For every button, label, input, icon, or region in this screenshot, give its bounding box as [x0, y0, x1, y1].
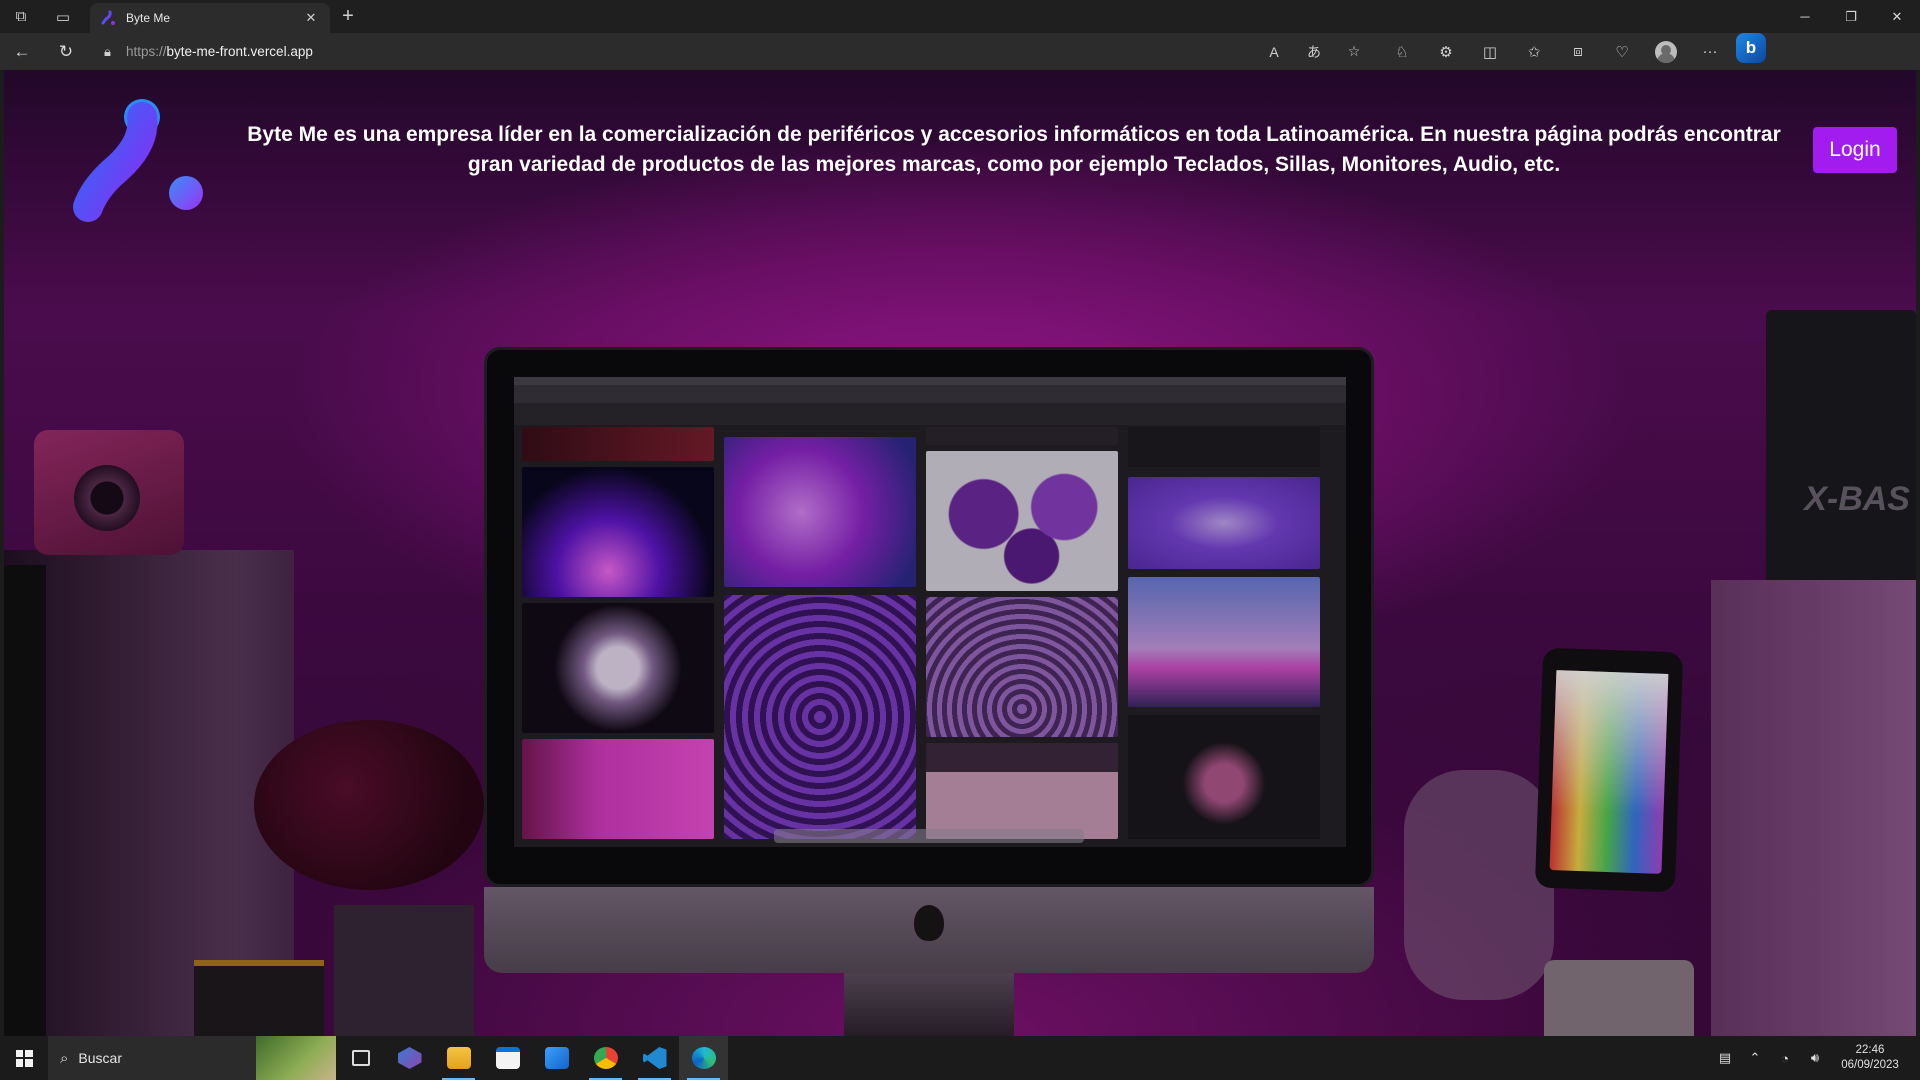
close-tab-icon[interactable]: ✕ — [302, 10, 320, 26]
system-clock[interactable]: 22:46 06/09/2023 — [1830, 1043, 1910, 1073]
show-hidden-icons-icon[interactable]: ⌃ — [1740, 1050, 1770, 1066]
windows-taskbar: ⌕ Buscar ▤ ⌃ ◔ 🔊︎ 22:46 06/09/2023 — [0, 1036, 1920, 1080]
search-placeholder: Buscar — [78, 1050, 122, 1066]
vscode-icon[interactable] — [630, 1036, 679, 1080]
windows-logo-icon — [15, 1049, 33, 1067]
byte-me-logo-icon[interactable] — [64, 95, 224, 225]
page-viewport: X-BAS Byte Me es una empresa líder en la… — [4, 70, 1916, 1036]
avatar — [1655, 40, 1677, 63]
collections-icon[interactable]: ⧈ — [1556, 33, 1600, 70]
lock-icon[interactable]: 🔒︎ — [104, 44, 126, 60]
start-button[interactable] — [0, 1036, 48, 1080]
minimize-icon[interactable]: ─ — [1782, 0, 1828, 33]
new-tab-button[interactable]: + — [330, 0, 366, 33]
search-icon: ⌕ — [60, 1049, 69, 1067]
browser-titlebar: ⧉ ▭ Byte Me ✕ + ─ ❐ ✕ — [0, 0, 1920, 33]
byte-me-favicon-icon — [101, 10, 115, 25]
background-overlay — [4, 70, 1916, 1036]
taskbar-search[interactable]: ⌕ Buscar — [48, 1036, 336, 1080]
task-view-icon[interactable] — [336, 1036, 385, 1080]
url-protocol: https:// — [126, 44, 167, 59]
bing-copilot-icon[interactable]: b — [1736, 33, 1766, 63]
browser-toolbar: ← ↻ 🔒︎ https://byte-me-front.vercel.app … — [0, 33, 1920, 70]
read-aloud-icon[interactable]: A — [1254, 37, 1294, 67]
address-bar[interactable]: 🔒︎ https://byte-me-front.vercel.app A あ … — [94, 36, 1374, 67]
back-icon[interactable]: ← — [0, 33, 44, 70]
news-widget-icon[interactable]: ▤ — [1710, 1050, 1740, 1066]
search-highlight-image — [256, 1036, 336, 1080]
browser-tab[interactable]: Byte Me ✕ — [90, 3, 330, 33]
file-explorer-icon[interactable] — [434, 1036, 483, 1080]
extensions-icon[interactable]: ⚙ — [1424, 33, 1468, 70]
network-icon[interactable]: ◔ — [1770, 1051, 1800, 1066]
performance-icon[interactable]: ♡ — [1600, 33, 1644, 70]
tab-actions-icon[interactable]: ▭ — [42, 0, 84, 33]
close-window-icon[interactable]: ✕ — [1874, 0, 1920, 33]
restore-icon[interactable]: ❐ — [1828, 0, 1874, 33]
profile-icon[interactable] — [1644, 33, 1688, 70]
mail-icon[interactable] — [532, 1036, 581, 1080]
copilot-taskbar-icon[interactable] — [385, 1036, 434, 1080]
translate-icon[interactable]: あ — [1294, 37, 1334, 67]
login-button[interactable]: Login — [1813, 127, 1897, 173]
url-host: byte-me-front.vercel.app — [166, 44, 313, 59]
tab-title: Byte Me — [126, 11, 171, 25]
edge-icon[interactable] — [679, 1036, 728, 1080]
favorite-star-icon[interactable]: ☆ — [1334, 37, 1374, 67]
split-screen-icon[interactable]: ◫ — [1468, 33, 1512, 70]
more-options-icon[interactable]: ··· — [1688, 33, 1732, 70]
favorites-icon[interactable]: ✩ — [1512, 33, 1556, 70]
refresh-icon[interactable]: ↻ — [44, 33, 88, 70]
chrome-icon[interactable] — [581, 1036, 630, 1080]
workspaces-icon[interactable]: ⧉ — [0, 0, 42, 33]
company-tagline: Byte Me es una empresa líder en la comer… — [247, 123, 1781, 176]
volume-icon[interactable]: 🔊︎ — [1800, 1050, 1830, 1066]
browser-essentials-icon[interactable]: ♘ — [1380, 33, 1424, 70]
clock-time: 22:46 — [1855, 1044, 1885, 1056]
clock-date: 06/09/2023 — [1841, 1059, 1899, 1071]
microsoft-store-icon[interactable] — [483, 1036, 532, 1080]
